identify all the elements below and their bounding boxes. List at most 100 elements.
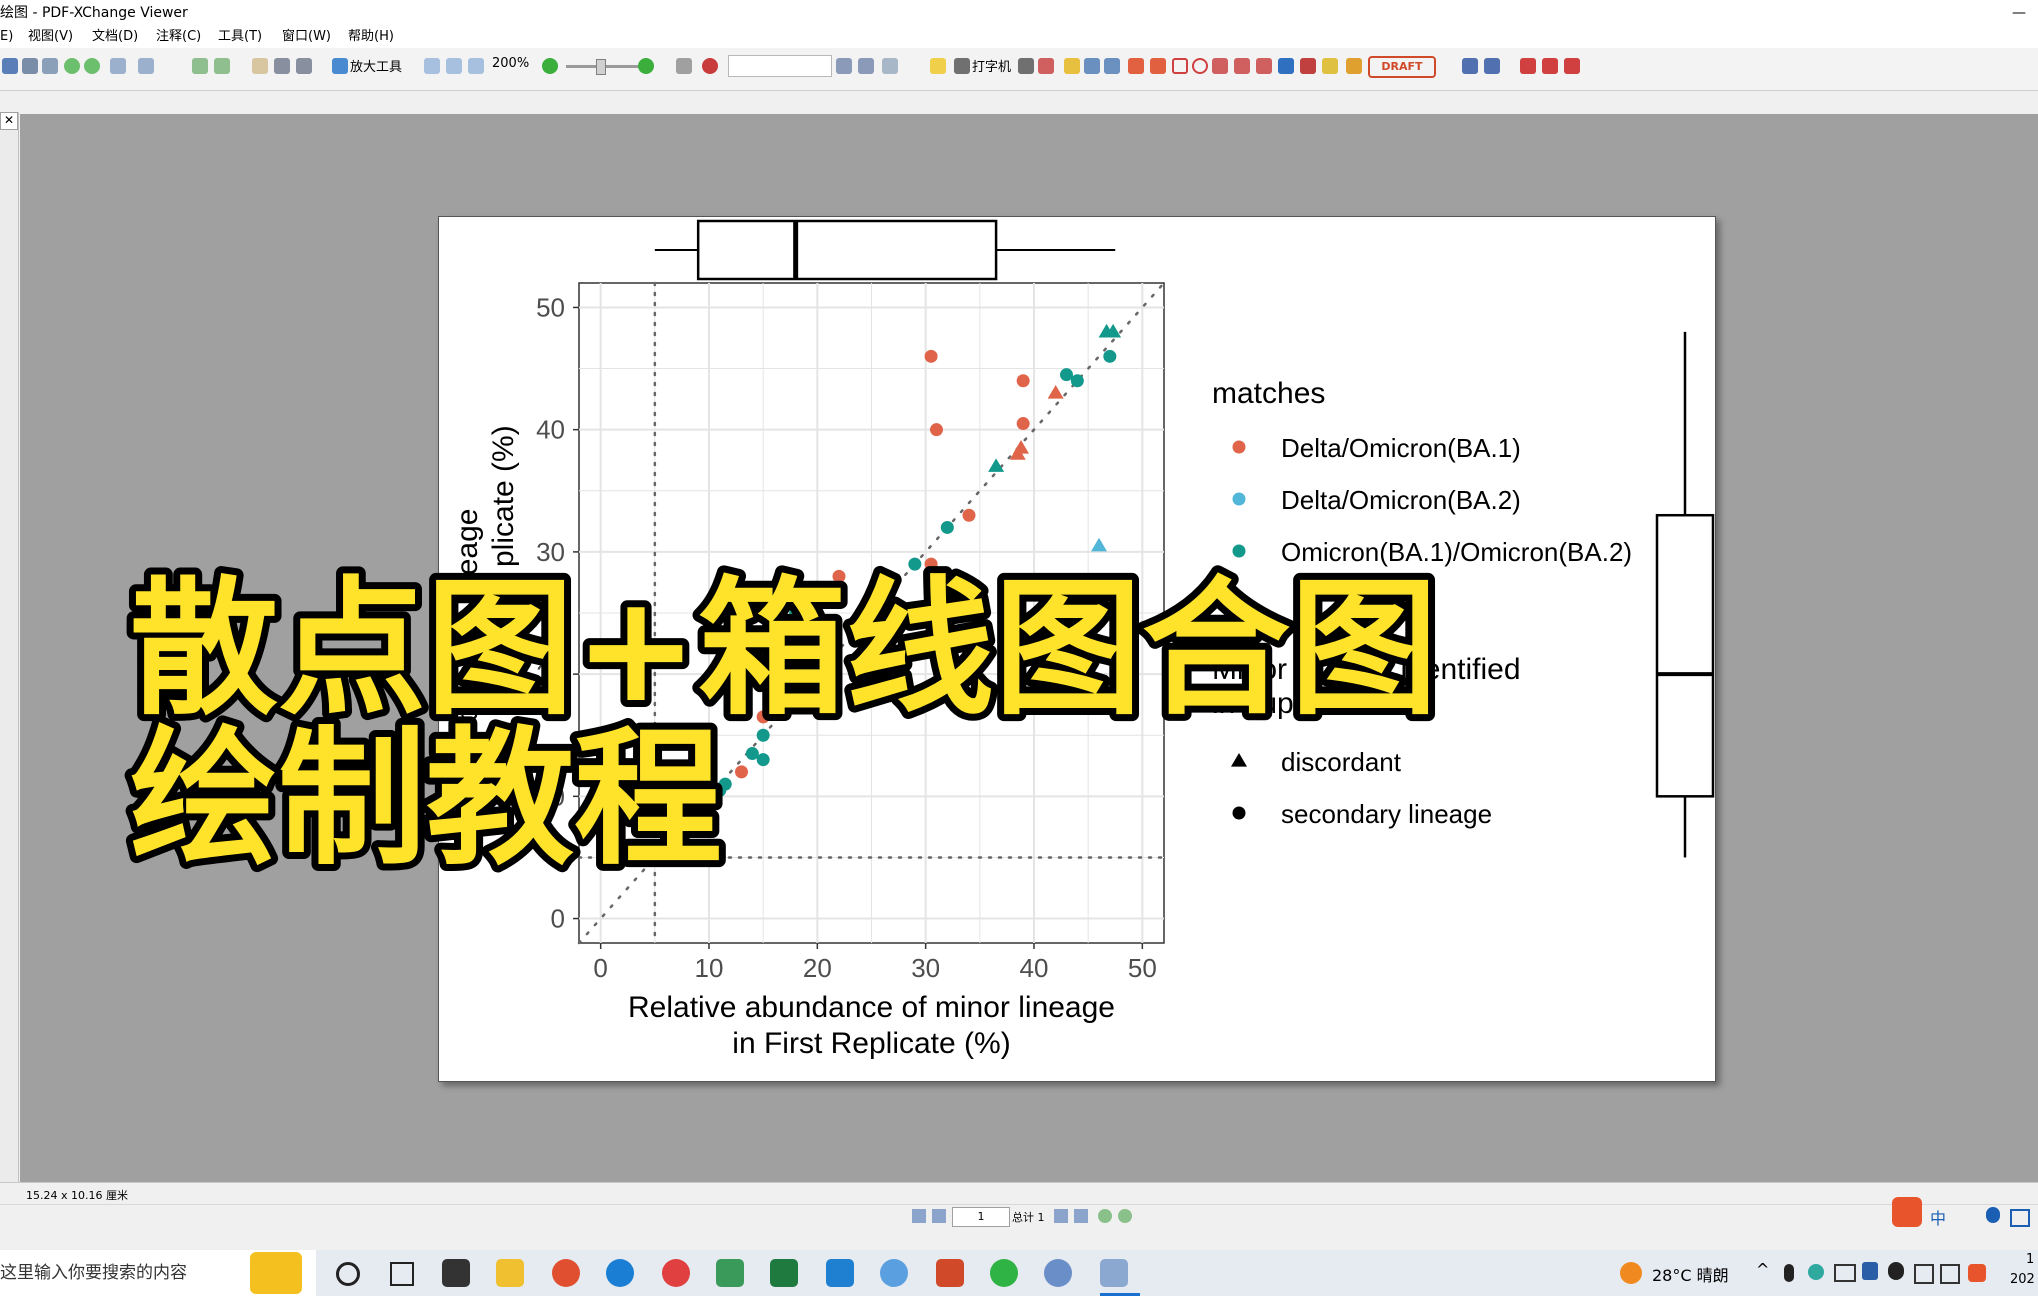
- fit-page-icon[interactable]: [446, 58, 462, 74]
- eye-icon[interactable]: [676, 58, 692, 74]
- hand-tool-icon[interactable]: [252, 58, 268, 74]
- app-icon-blue[interactable]: [880, 1259, 908, 1287]
- measure-icon[interactable]: [1462, 58, 1478, 74]
- rotate-right-icon[interactable]: [214, 58, 230, 74]
- chrome-icon[interactable]: [552, 1259, 580, 1287]
- nav-back-icon[interactable]: [1098, 1209, 1112, 1223]
- menu-view[interactable]: 视图(V): [28, 26, 73, 48]
- polygon-icon[interactable]: [1212, 58, 1228, 74]
- app-icon-green[interactable]: [716, 1259, 744, 1287]
- find-next-icon[interactable]: [858, 58, 874, 74]
- nav-forward-icon[interactable]: [1118, 1209, 1132, 1223]
- menu-tools[interactable]: 工具(T): [218, 26, 262, 48]
- properties-icon[interactable]: [882, 58, 898, 74]
- ime-mode-label[interactable]: 中: [1930, 1205, 1946, 1229]
- search-combo[interactable]: [728, 55, 832, 77]
- print-icon[interactable]: [22, 58, 38, 74]
- minimize-button[interactable]: —: [2012, 0, 2026, 26]
- volume-icon[interactable]: [1914, 1264, 1934, 1284]
- menu-window[interactable]: 窗口(W): [282, 26, 331, 48]
- zoom-tool-label[interactable]: 放大工具: [350, 56, 402, 75]
- excel-icon[interactable]: [770, 1259, 798, 1287]
- sign-icon[interactable]: [702, 58, 718, 74]
- save-icon[interactable]: [2, 58, 18, 74]
- next-page-icon[interactable]: [1054, 1209, 1068, 1223]
- typewriter-label[interactable]: 打字机: [972, 56, 1011, 75]
- clock-time[interactable]: 1: [2026, 1252, 2034, 1267]
- prev-page-icon[interactable]: [932, 1209, 946, 1223]
- pin-icon[interactable]: [1278, 58, 1294, 74]
- oval-icon[interactable]: [1192, 58, 1208, 74]
- weather-icon[interactable]: [1620, 1262, 1642, 1284]
- keyboard-icon[interactable]: [2010, 1209, 2030, 1227]
- menu-comment[interactable]: 注释(C): [156, 26, 201, 48]
- menu-help[interactable]: 帮助(H): [348, 26, 394, 48]
- first-page-icon[interactable]: [912, 1209, 926, 1223]
- file-explorer-icon[interactable]: [496, 1259, 524, 1287]
- zoom-out-icon[interactable]: [542, 58, 558, 74]
- strikeout-icon[interactable]: [1084, 58, 1100, 74]
- stamp-icon[interactable]: DRAFT: [1368, 56, 1436, 78]
- security-icon[interactable]: [1862, 1262, 1878, 1280]
- area-icon[interactable]: [1484, 58, 1500, 74]
- callout-icon[interactable]: [1018, 58, 1034, 74]
- weather-text[interactable]: 28°C 晴朗: [1652, 1262, 1729, 1286]
- rotate-left-icon[interactable]: [192, 58, 208, 74]
- edge-icon[interactable]: [606, 1259, 634, 1287]
- back-icon[interactable]: [64, 58, 80, 74]
- page-number-input[interactable]: 1: [952, 1207, 1010, 1227]
- eraser-icon[interactable]: [1322, 58, 1338, 74]
- link-icon[interactable]: [1520, 58, 1536, 74]
- microphone-icon[interactable]: [1986, 1207, 2000, 1223]
- task-view-icon[interactable]: [390, 1262, 414, 1286]
- tray-expand-icon[interactable]: ^: [1756, 1260, 1769, 1279]
- snapshot-icon[interactable]: [296, 58, 312, 74]
- pdf-viewer-taskbar-icon[interactable]: [1100, 1259, 1128, 1287]
- find-icon[interactable]: [836, 58, 852, 74]
- arrow-icon[interactable]: [1128, 58, 1144, 74]
- vscode-icon[interactable]: [826, 1259, 854, 1287]
- select-text-icon[interactable]: [274, 58, 290, 74]
- tray-mic-icon[interactable]: [1784, 1264, 1794, 1282]
- zoom-tool-icon[interactable]: [332, 58, 348, 74]
- typewriter-icon[interactable]: [954, 58, 970, 74]
- attach-icon[interactable]: [1542, 58, 1558, 74]
- settings-icon[interactable]: [1564, 58, 1580, 74]
- highlighter-icon[interactable]: [1346, 58, 1362, 74]
- menu-document[interactable]: 文档(D): [92, 26, 138, 48]
- comment-icon[interactable]: [930, 58, 946, 74]
- clock-date[interactable]: 202: [2010, 1272, 2035, 1287]
- zoom-value[interactable]: 200%: [492, 56, 529, 71]
- qq-icon[interactable]: [1888, 1262, 1904, 1280]
- last-page-icon[interactable]: [1074, 1209, 1088, 1223]
- app-icon-red[interactable]: [662, 1259, 690, 1287]
- highlight-text-icon[interactable]: [1064, 58, 1080, 74]
- line-icon[interactable]: [1150, 58, 1166, 74]
- undo-icon[interactable]: [110, 58, 126, 74]
- polyline-icon[interactable]: [1256, 58, 1272, 74]
- scan-icon[interactable]: [42, 58, 58, 74]
- cortana-icon[interactable]: [336, 1262, 360, 1286]
- textbox-icon[interactable]: [1038, 58, 1054, 74]
- app-calculator-icon[interactable]: [442, 1259, 470, 1287]
- redo-icon[interactable]: [138, 58, 154, 74]
- pencil-icon[interactable]: [1300, 58, 1316, 74]
- forward-icon[interactable]: [84, 58, 100, 74]
- fit-width-icon[interactable]: [468, 58, 484, 74]
- menu-edit[interactable]: E): [0, 26, 13, 48]
- tray-app-icon[interactable]: [1808, 1264, 1824, 1280]
- powerpoint-icon[interactable]: [936, 1259, 964, 1287]
- panel-close-button[interactable]: ✕: [0, 112, 18, 130]
- network-icon[interactable]: [1834, 1264, 1856, 1282]
- underline-icon[interactable]: [1104, 58, 1120, 74]
- zoom-slider-thumb[interactable]: [596, 59, 606, 75]
- r-icon[interactable]: [1044, 1259, 1072, 1287]
- zoom-in-icon[interactable]: [638, 58, 654, 74]
- ime-tray-icon[interactable]: [1940, 1264, 1960, 1284]
- sogou-tray-icon[interactable]: [1968, 1264, 1986, 1282]
- rectangle-icon[interactable]: [1172, 58, 1188, 74]
- sogou-ime-icon[interactable]: [1892, 1197, 1922, 1227]
- actual-size-icon[interactable]: [424, 58, 440, 74]
- wechat-icon[interactable]: [990, 1259, 1018, 1287]
- cloud-icon[interactable]: [1234, 58, 1250, 74]
